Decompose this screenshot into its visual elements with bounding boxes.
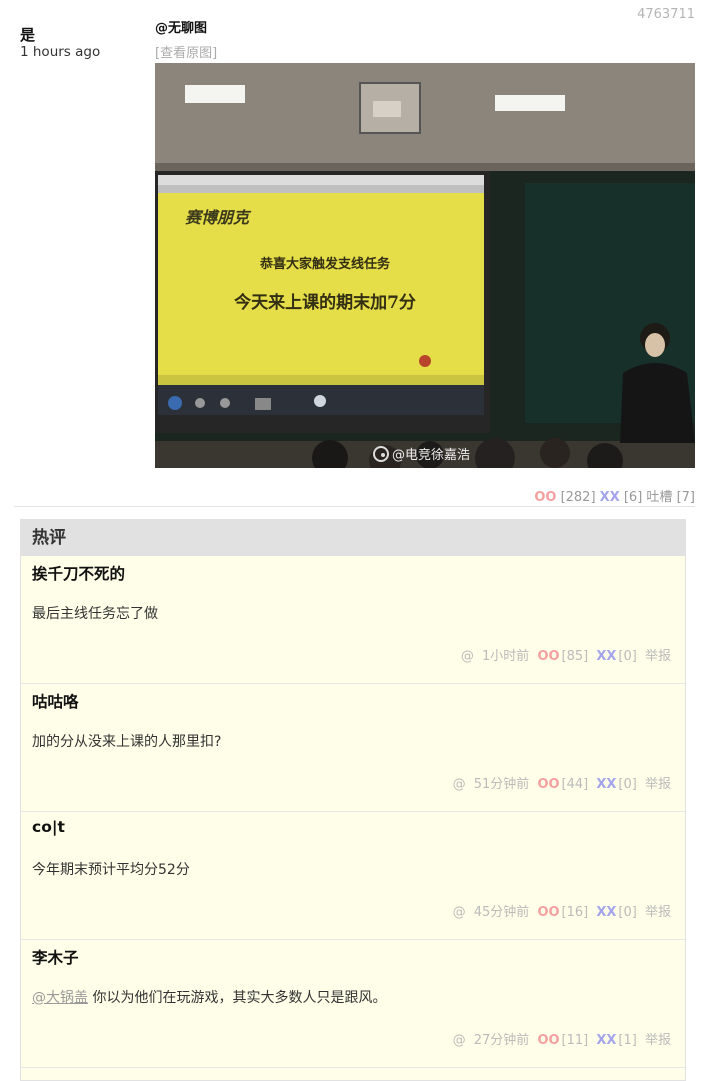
oo-button[interactable]: OO (537, 649, 559, 664)
oo-count: [85] (561, 649, 589, 664)
post-mention: @无聊图 (155, 21, 208, 36)
post-oo-button[interactable]: OO (534, 490, 556, 505)
post-xx-count: [6] (623, 490, 643, 505)
comment-body: 今年期末预计平均分52分 (32, 862, 190, 878)
oo-button[interactable]: OO (537, 777, 559, 792)
comment-meta: @ 27分钟前 OO [11] XX [1] 举报 (449, 1029, 671, 1048)
post-oo-count: [282] (560, 490, 596, 505)
comment-time: 27分钟前 (473, 1033, 530, 1048)
xx-count: [0] (618, 905, 637, 920)
xx-button[interactable]: XX (596, 905, 616, 920)
reply-at-button[interactable]: @ (453, 905, 466, 920)
comment-meta: @ 1小时前 OO [85] XX [0] 举报 (457, 645, 671, 664)
post-id: 4763711 (637, 7, 695, 22)
comment-item: co|t 今年期末预计平均分52分 @ 45分钟前 OO [16] XX [0] 举… (21, 812, 685, 940)
comment-author[interactable]: 咕咕咯 (32, 690, 79, 712)
reply-at-button[interactable]: @ (453, 777, 466, 792)
report-button[interactable]: 举报 (645, 649, 671, 664)
xx-count: [1] (618, 1033, 637, 1048)
hot-comments: 热评 挨千刀不死的 最后主线任务忘了做 @ 1小时前 OO [85] XX [0] … (20, 519, 686, 1081)
comment-mention-link[interactable]: @大锅盖 (32, 990, 88, 1006)
post-image[interactable]: 赛博朋克 恭喜大家触发支线任务 今天来上课的期末加7分 @电竞徐嘉浩 (155, 63, 695, 468)
view-original-link[interactable]: [查看原图] (155, 42, 217, 61)
post-xx-button[interactable]: XX (600, 490, 620, 505)
divider (14, 506, 695, 507)
slide-line1: 恭喜大家触发支线任务 (259, 256, 391, 272)
oo-count: [16] (561, 905, 589, 920)
report-button[interactable]: 举报 (645, 1033, 671, 1048)
comment-body: 最后主线任务忘了做 (32, 606, 158, 622)
report-button[interactable]: 举报 (645, 905, 671, 920)
tucao-count: [7] (676, 490, 695, 505)
comment-time: 45分钟前 (473, 905, 530, 920)
oo-button[interactable]: OO (537, 905, 559, 920)
comment-meta: @ 51分钟前 OO [44] XX [0] 举报 (449, 773, 671, 792)
post-time: 1 hours ago (20, 44, 101, 60)
comment-body: 加的分从没来上课的人那里扣? (32, 734, 222, 750)
reply-at-button[interactable]: @ (461, 649, 474, 664)
slide-line2: 今天来上课的期末加7分 (234, 292, 416, 313)
report-button[interactable]: 举报 (645, 777, 671, 792)
post-author[interactable]: 是 (20, 24, 35, 45)
oo-button[interactable]: OO (537, 1033, 559, 1048)
comment-text: 今年期末预计平均分52分 (32, 859, 190, 879)
xx-button[interactable]: XX (596, 649, 616, 664)
reply-at-button[interactable]: @ (453, 1033, 466, 1048)
image-watermark: @电竞徐嘉浩 (392, 447, 470, 463)
xx-count: [0] (618, 649, 637, 664)
comment-body: 你以为他们在玩游戏，其实大多数人只是跟风。 (88, 990, 387, 1006)
tucao-button[interactable]: 吐槽 (646, 490, 672, 505)
oo-count: [11] (561, 1033, 589, 1048)
comment-text: 最后主线任务忘了做 (32, 603, 158, 623)
oo-count: [44] (561, 777, 589, 792)
comment-text: 加的分从没来上课的人那里扣? (32, 731, 221, 751)
projector (359, 82, 421, 134)
comment-item: 咕咕咯 加的分从没来上课的人那里扣? @ 51分钟前 OO [44] XX [0] … (21, 684, 685, 812)
comment-meta: @ 45分钟前 OO [16] XX [0] 举报 (449, 901, 671, 920)
comment-item: 挨千刀不死的 最后主线任务忘了做 @ 1小时前 OO [85] XX [0] 举报 (21, 556, 685, 684)
xx-button[interactable]: XX (596, 777, 616, 792)
comment-author[interactable]: 李木子 (32, 946, 79, 968)
comment-time: 51分钟前 (473, 777, 530, 792)
post-votes: OO [282] XX [6] 吐槽 [7] (534, 486, 695, 505)
hot-comments-title: 热评 (21, 520, 685, 556)
comment-text: @大锅盖 你以为他们在玩游戏，其实大多数人只是跟风。 (32, 987, 386, 1007)
xx-count: [0] (618, 777, 637, 792)
slide-logo: 赛博朋克 (185, 208, 252, 227)
comment-author[interactable]: 挨千刀不死的 (32, 562, 125, 584)
projected-slide: 赛博朋克 恭喜大家触发支线任务 今天来上课的期末加7分 (158, 175, 484, 415)
comment-author[interactable]: co|t (32, 818, 65, 836)
comment-item: 李木子 @大锅盖 你以为他们在玩游戏，其实大多数人只是跟风。 @ 27分钟前 O… (21, 940, 685, 1068)
comment-time: 1小时前 (482, 649, 530, 664)
xx-button[interactable]: XX (596, 1033, 616, 1048)
